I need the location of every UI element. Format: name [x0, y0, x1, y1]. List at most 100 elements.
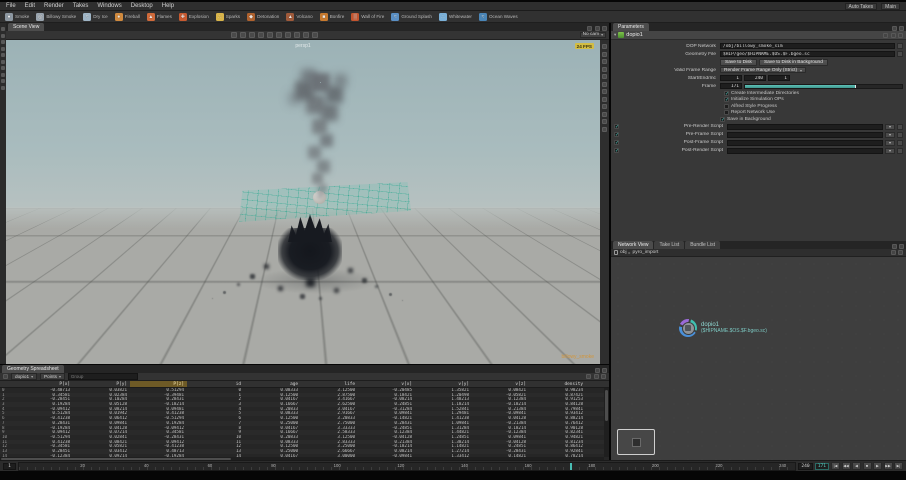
translate-icon[interactable]	[1, 33, 5, 38]
pin-icon[interactable]	[883, 32, 888, 38]
grid-icon[interactable]	[602, 66, 607, 72]
shelf-tool-explosion[interactable]: ✚ Explosion	[178, 12, 209, 21]
snap-icon[interactable]	[1, 59, 5, 64]
pane-split-icon[interactable]	[891, 26, 897, 31]
pane-maximize-icon[interactable]	[899, 244, 904, 249]
timeline[interactable]: 20 40 60 80 100 120 140 160 180 200 220 240	[18, 461, 797, 471]
shelf-tool-bonfire[interactable]: ■ Bonfire	[319, 12, 344, 21]
playbar-marker[interactable]	[570, 462, 573, 470]
column-header[interactable]: id	[187, 381, 244, 387]
network-tab-2[interactable]: Bundle List	[685, 241, 720, 249]
perf-icon[interactable]	[602, 119, 607, 124]
help-icon[interactable]	[898, 32, 903, 38]
shelf-tool-fireball[interactable]: ● Fireball	[114, 12, 140, 21]
take-selector[interactable]: Main	[881, 2, 900, 10]
tab-geometry-spreadsheet[interactable]: Geometry Spreadsheet	[2, 365, 64, 373]
network-canvas[interactable]: dopio1 ($HIPNAME.$OS.$F.bgeo.sc)	[611, 257, 906, 463]
breadcrumb-obj[interactable]: obj	[620, 250, 627, 255]
points-icon[interactable]	[602, 104, 607, 109]
frame-slider[interactable]	[744, 83, 903, 89]
wire-icon[interactable]	[602, 89, 607, 94]
transport-button-6[interactable]: ▶|	[894, 462, 903, 470]
shelf-tool-wall-of-fire[interactable]: ▒ Wall of Fire	[351, 12, 384, 21]
viewport-3d[interactable]: persp1 24 FPS billowy_smoke	[6, 40, 600, 364]
menu-windows[interactable]: Windows	[97, 2, 121, 11]
lighting-mode-icon[interactable]	[303, 32, 309, 38]
script-field[interactable]	[727, 131, 883, 138]
select-icon[interactable]	[1, 27, 5, 31]
transport-button-3[interactable]: ■	[862, 462, 872, 470]
geometry-file-field[interactable]: $HIP/geo/$HIPNAME.$OS.$F.bgeo.sc	[720, 51, 895, 57]
start-frame-field[interactable]: 1	[3, 462, 16, 470]
select-mode-icon[interactable]	[231, 32, 237, 38]
grid-toggle-icon[interactable]	[276, 32, 282, 38]
menu-file[interactable]: File	[6, 2, 16, 11]
save-to-disk-button[interactable]: Save to Disk	[720, 58, 757, 66]
save-option-checkbox-1[interactable]: ✓	[724, 97, 729, 103]
shade-mode-icon[interactable]	[285, 32, 291, 38]
scale-icon[interactable]	[1, 46, 5, 51]
menu-takes[interactable]: Takes	[73, 2, 89, 11]
end-frame-param[interactable]: 240	[744, 75, 766, 81]
pane-split-icon[interactable]	[891, 244, 897, 249]
column-header[interactable]: P[x]	[16, 381, 73, 387]
snap-toggle-icon[interactable]	[267, 32, 273, 38]
home-view-icon[interactable]	[602, 44, 607, 49]
tab-scene-view[interactable]: Scene View	[8, 23, 45, 31]
shelf-tool-dry-ice[interactable]: ≈ Dry Ice	[83, 12, 108, 21]
inc-frame-param[interactable]: 1	[768, 75, 790, 81]
shelf-tool-detonation[interactable]: ◆ Detonation	[247, 12, 279, 21]
menu-help[interactable]: Help	[162, 2, 174, 11]
network-tab-1[interactable]: Take List	[654, 241, 685, 249]
script-menu-button[interactable]	[897, 123, 903, 130]
ruler-icon[interactable]	[602, 74, 607, 79]
pane-close-icon[interactable]	[602, 26, 607, 31]
script-menu-button[interactable]	[897, 139, 903, 146]
camera-lock-icon[interactable]	[602, 59, 607, 64]
pane-split-icon[interactable]	[594, 368, 600, 373]
gear-icon[interactable]	[890, 32, 896, 38]
column-header[interactable]: v[y]	[415, 381, 472, 387]
camera-view-icon[interactable]	[312, 32, 318, 38]
script-checkbox[interactable]: ✓	[614, 140, 619, 146]
transport-button-5[interactable]: ▶▶	[883, 462, 893, 470]
menu-desktop[interactable]: Desktop	[131, 2, 153, 11]
paint-icon[interactable]	[1, 79, 5, 83]
node-path-selector[interactable]: dopio1 ▾	[11, 373, 37, 380]
hdr-icon[interactable]	[602, 111, 607, 117]
node-dopio1[interactable]: dopio1 ($HIPNAME.$OS.$F.bgeo.sc)	[679, 319, 767, 337]
pose-icon[interactable]	[1, 66, 5, 70]
column-header[interactable]: v[x]	[358, 381, 415, 387]
breadcrumb-node[interactable]: pyro_import	[633, 250, 659, 255]
shelf-tool-whitewater[interactable]: ∴ Whitewater	[438, 12, 472, 21]
column-header[interactable]	[0, 381, 16, 387]
scrollbar-thumb[interactable]	[605, 390, 608, 422]
history-back-icon[interactable]	[890, 250, 896, 255]
script-menu-button[interactable]	[897, 131, 903, 138]
end-frame-field[interactable]: 240	[798, 462, 813, 470]
shelf-tool-ocean-waves[interactable]: ≈ Ocean Waves	[478, 12, 518, 21]
save-option-checkbox-3[interactable]	[724, 110, 729, 116]
script-field[interactable]	[727, 123, 883, 130]
pane-maximize-icon[interactable]	[594, 26, 600, 31]
script-field[interactable]	[727, 147, 883, 154]
script-language-dropdown[interactable]: ▾	[885, 139, 895, 146]
shelf-tool-sparks[interactable]: ∴ Sparks	[215, 12, 240, 21]
transport-button-4[interactable]: ▶	[873, 462, 882, 470]
history-forward-icon[interactable]	[898, 250, 903, 255]
pin-icon[interactable]	[3, 374, 8, 379]
rotate-mode-icon[interactable]	[249, 32, 255, 38]
script-checkbox[interactable]: ✓	[614, 132, 619, 138]
history-icon[interactable]	[1, 85, 5, 90]
shelf-tool-smoke[interactable]: ● Smoke	[5, 12, 29, 21]
auto-takes-button[interactable]: Auto Takes	[844, 2, 878, 10]
columns-icon[interactable]	[601, 374, 606, 379]
camera-selector[interactable]: No cam ▾	[579, 31, 606, 39]
frame-range-dropdown[interactable]: Render Frame Range Only (Strict) ▾	[720, 66, 806, 74]
pane-maximize-icon[interactable]	[899, 26, 904, 31]
script-checkbox[interactable]: ✓	[614, 148, 619, 154]
transport-button-0[interactable]: |◀	[831, 462, 840, 470]
transport-button-2[interactable]: ◀	[852, 462, 861, 470]
current-frame-field[interactable]: 171	[814, 462, 829, 470]
column-header[interactable]: density	[529, 381, 586, 387]
